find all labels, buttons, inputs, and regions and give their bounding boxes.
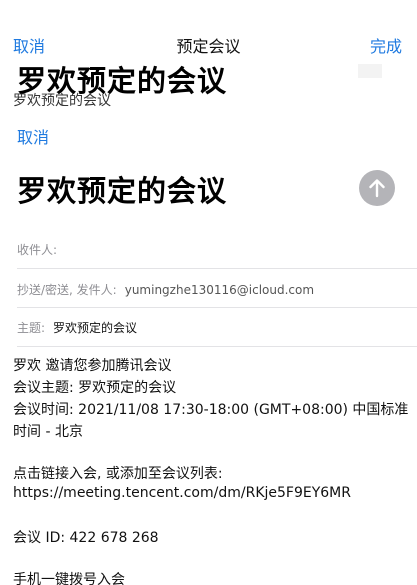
mail-compose-screen: 取消 预定会议 完成 罗欢预定的会议 罗欢预定的会议 取消 罗欢预定的会议 收件…	[0, 0, 417, 585]
compose-cancel-button[interactable]: 取消	[17, 124, 49, 148]
cc-label: 抄送/密送, 发件人:	[17, 283, 117, 297]
to-label: 收件人:	[17, 243, 58, 257]
body-line: 手机一键拨号入会	[13, 572, 125, 585]
divider	[17, 346, 417, 347]
body-line: 会议 ID: 422 678 268	[13, 530, 159, 546]
nav-done-button[interactable]: 完成	[370, 33, 402, 57]
meeting-link[interactable]: https://meeting.tencent.com/dm/RKje5F9EY…	[13, 485, 351, 501]
arrow-up-icon	[369, 179, 385, 198]
body-line: 会议时间: 2021/11/08 17:30-18:00 (GMT+08:00)…	[13, 402, 409, 418]
body-line: 罗欢 邀请您参加腾讯会议	[13, 358, 172, 374]
body-line: 点击链接入会, 或添加至会议列表:	[13, 466, 223, 482]
body-line: 时间 - 北京	[13, 424, 83, 440]
subject-field[interactable]: 主题: 罗欢预定的会议	[17, 319, 137, 336]
send-button[interactable]	[359, 170, 395, 206]
ghost-divider	[358, 64, 382, 78]
page-subtitle: 罗欢预定的会议	[13, 93, 111, 109]
subject-value: 罗欢预定的会议	[53, 321, 138, 335]
nav-bar: 取消 预定会议 完成	[0, 0, 417, 60]
nav-title: 预定会议	[176, 37, 241, 56]
cc-from-field[interactable]: 抄送/密送, 发件人: yumingzhe130116@icloud.com	[17, 281, 314, 298]
body-line: 会议主题: 罗欢预定的会议	[13, 380, 177, 396]
divider	[17, 268, 417, 269]
to-field[interactable]: 收件人:	[17, 241, 57, 258]
divider	[17, 307, 417, 308]
from-email: yumingzhe130116@icloud.com	[124, 283, 315, 297]
subject-label: 主题:	[17, 321, 46, 335]
compose-title: 罗欢预定的会议	[17, 174, 228, 208]
